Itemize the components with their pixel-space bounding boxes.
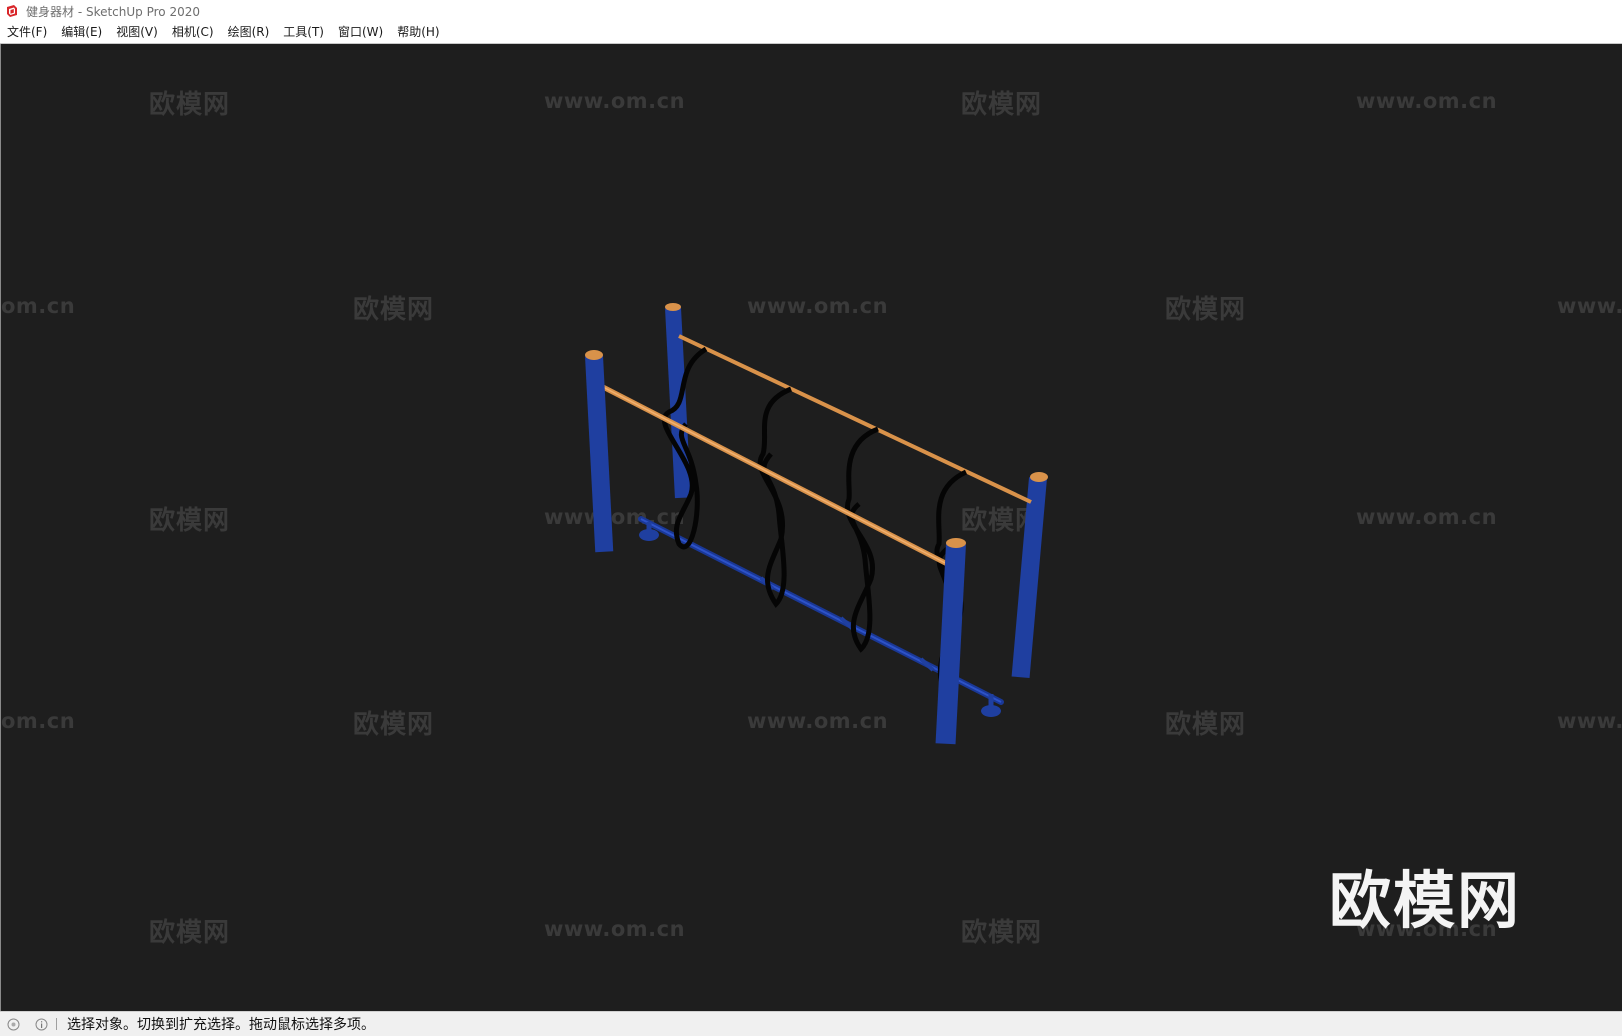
status-bar: 选择对象。切换到扩充选择。拖动鼠标选择多项。 (0, 1011, 1622, 1036)
status-message: 选择对象。切换到扩充选择。拖动鼠标选择多项。 (67, 1017, 375, 1033)
menu-camera[interactable]: 相机(C) (165, 22, 221, 43)
menu-window[interactable]: 窗口(W) (331, 22, 390, 43)
menu-draw[interactable]: 绘图(R) (221, 22, 277, 43)
window-title: 健身器材 - SketchUp Pro 2020 (26, 4, 200, 19)
menu-edit[interactable]: 编辑(E) (54, 22, 109, 43)
menu-file[interactable]: 文件(F) (0, 22, 54, 43)
menu-bar: 文件(F) 编辑(E) 视图(V) 相机(C) 绘图(R) 工具(T) 窗口(W… (0, 22, 1622, 44)
model-viewport[interactable]: 欧模网 www.om.cn 欧模网 www.om.cn om.cn 欧模网 ww… (0, 44, 1622, 1011)
title-bar: 健身器材 - SketchUp Pro 2020 (0, 0, 1622, 22)
menu-help[interactable]: 帮助(H) (390, 22, 446, 43)
fitness-equipment-model[interactable] (1, 44, 1622, 1011)
menu-view[interactable]: 视图(V) (109, 22, 165, 43)
info-icon[interactable] (34, 1017, 48, 1031)
sketchup-logo-icon (7, 5, 17, 17)
menu-tools[interactable]: 工具(T) (276, 22, 331, 43)
status-separator (56, 1018, 57, 1030)
geolocation-icon[interactable] (6, 1017, 20, 1031)
